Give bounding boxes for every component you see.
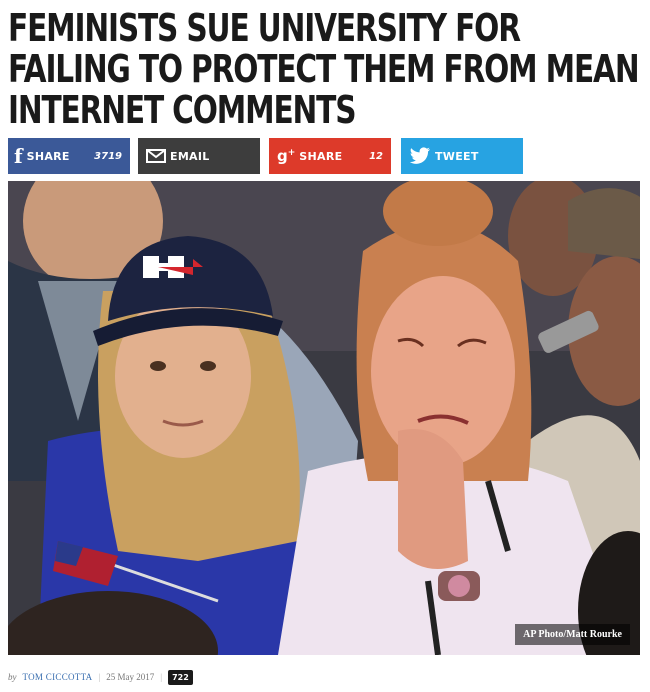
article-byline: by TOM CICCOTTA | 25 May 2017 | 722 (8, 668, 193, 686)
photo-credit: AP Photo/Matt Rourke (515, 624, 630, 645)
gplus-share-count: 12 (369, 150, 383, 162)
photo-illustration (8, 181, 640, 655)
gplus-share-label: SHARE (299, 149, 343, 163)
article-headline: FEMINISTS SUE UNIVERSITY FOR FAILING TO … (8, 6, 640, 132)
gplus-share-button[interactable]: g+ SHARE 12 (269, 138, 391, 174)
view-count-badge: 722 (168, 669, 193, 685)
facebook-icon: f (14, 144, 23, 168)
email-share-label: EMAIL (170, 149, 210, 163)
facebook-share-count: 3719 (94, 150, 122, 162)
twitter-bird-icon (409, 147, 431, 164)
twitter-tweet-button[interactable]: TWEET (401, 138, 523, 174)
publish-date: 25 May 2017 (106, 672, 155, 682)
facebook-share-label: SHARE (26, 149, 70, 163)
article-photo: AP Photo/Matt Rourke (8, 181, 640, 655)
byline-prefix: by (8, 672, 17, 682)
email-share-button[interactable]: EMAIL (138, 138, 260, 174)
byline-divider: | (160, 672, 163, 682)
google-plus-icon: g+ (277, 147, 296, 165)
facebook-share-button[interactable]: f SHARE 3719 (8, 138, 130, 174)
twitter-tweet-label: TWEET (435, 149, 479, 163)
share-bar: f SHARE 3719 EMAIL g+ SHARE 12 TWEET (8, 138, 648, 174)
envelope-icon (146, 149, 166, 163)
byline-divider: | (98, 672, 101, 682)
author-link[interactable]: TOM CICCOTTA (23, 672, 93, 682)
